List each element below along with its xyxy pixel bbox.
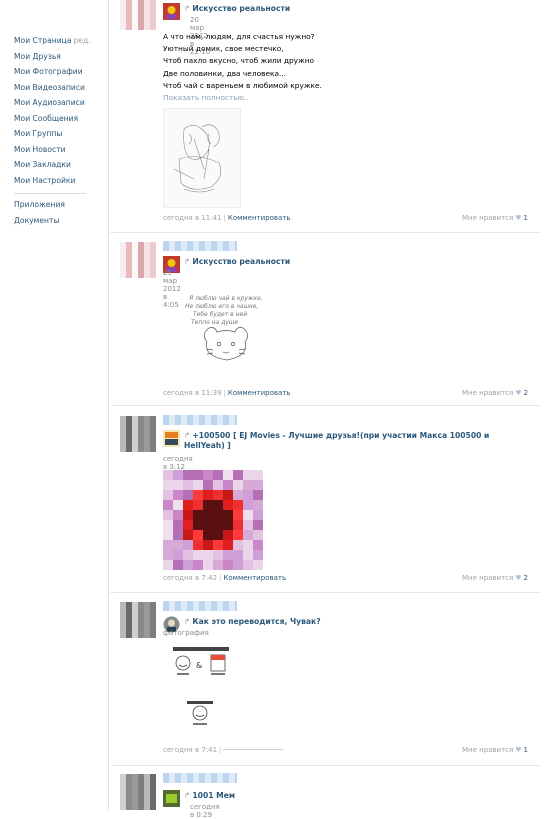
post-text: А что нам, людям, для счастья нужно? Уют… [163,31,463,104]
like-button[interactable]: Мне нравится ♥ 1 [462,746,528,754]
like-count: 1 [523,746,528,754]
video-thumbnail[interactable] [163,470,263,570]
sidebar-item-photos[interactable]: Мои Фотографии [14,64,102,80]
author-name[interactable] [163,415,237,425]
image-text-line: Я люблю чай в кружке, [188,295,263,302]
author-name[interactable] [163,773,237,783]
post-image[interactable]: & [163,643,243,733]
sidebar-item-news[interactable]: Мои Новости [14,142,102,158]
post-divider [110,592,540,593]
wall-border [108,0,109,810]
sidebar-item-label[interactable]: Мои Новости [14,145,66,154]
show-more-link[interactable]: Показать полностью.. [163,92,463,104]
post-divider [110,405,540,406]
avatar[interactable] [120,0,156,30]
sidebar-item-groups[interactable]: Мои Группы [14,126,102,142]
group-avatar[interactable] [163,790,180,807]
author-name[interactable] [163,601,237,611]
avatar[interactable] [120,242,156,278]
post-date[interactable]: сегодня в 11:39 [163,389,222,397]
comment-link[interactable]: Комментировать [228,389,291,397]
post-footer: сегодня в 7:42 | Комментировать Мне нравит… [163,574,528,582]
sidebar-item-settings[interactable]: Мои Настройки [14,173,102,189]
author-name[interactable] [163,241,237,251]
repost-arrow-icon: ↱ [184,617,191,626]
comment-link[interactable]: Комментировать [223,574,286,582]
sidebar-item-bookmarks[interactable]: Мои Закладки [14,157,102,173]
post-image[interactable]: Я люблю чай в кружке, Не люблю его в чаш… [163,278,293,372]
like-button[interactable]: Мне нравится ♥ 2 [462,389,528,397]
image-text-line: Не люблю его в чашке, [185,303,258,310]
avatar[interactable] [120,602,156,638]
post-date[interactable]: сегодня в 7:42 [163,574,217,582]
sidebar-divider [14,193,86,194]
like-button[interactable]: Мне нравится ♥ 2 [462,574,528,582]
sidebar-item-label[interactable]: Документы [14,216,59,225]
post-divider [110,765,540,766]
sidebar-item-label[interactable]: Мои Группы [14,129,62,138]
heart-icon: ♥ [515,746,522,754]
post-footer: сегодня в 11:41 | Комментировать Мне нрави… [163,214,528,222]
image-text-line: Тебе будет в ней [193,311,247,318]
sidebar-item-friends[interactable]: Мои Друзья [14,49,102,65]
post-footer: сегодня в 7:41 | Мне нравится ♥ 1 [163,746,528,754]
heart-icon: ♥ [515,389,522,397]
like-count: 2 [523,574,528,582]
sidebar-item-audio[interactable]: Мои Аудиозаписи [14,95,102,111]
post-footer: сегодня в 11:39 | Комментировать Мне нрави… [163,389,528,397]
repost-arrow-icon: ↱ [184,257,191,266]
group-avatar[interactable] [163,430,180,447]
heart-icon: ♥ [515,214,522,222]
group-avatar[interactable] [163,3,180,20]
post-date[interactable]: сегодня в 11:41 [163,214,222,222]
repost-title[interactable]: ↱ +100500 [ EJ Movies - Лучшие друзья!(пр… [184,431,514,451]
avatar[interactable] [120,774,156,810]
image-text-line: Тепло на душе [191,319,238,326]
sidebar-item-label[interactable]: Мои Закладки [14,160,71,169]
sidebar-item-label[interactable]: Мои Друзья [14,52,61,61]
comment-placeholder [223,749,284,751]
sidebar-item-apps[interactable]: Приложения [14,197,102,213]
post-image[interactable] [163,108,241,208]
left-sidebar: Мои Страница ред. Мои Друзья Мои Фотограф… [14,33,102,228]
repost-date[interactable]: сегодня в 0:29 [190,803,220,819]
sidebar-item-label[interactable]: Мои Фотографии [14,67,83,76]
sidebar-item-label[interactable]: Мои Видеозаписи [14,83,85,92]
heart-icon: ♥ [515,574,522,582]
sidebar-item-label[interactable]: Мои Аудиозаписи [14,98,85,107]
sidebar-item-messages[interactable]: Мои Сообщения [14,111,102,127]
like-count: 2 [523,389,528,397]
comment-link[interactable]: Комментировать [228,214,291,222]
sidebar-item-label[interactable]: Мои Сообщения [14,114,78,123]
post-date[interactable]: сегодня в 7:41 [163,746,217,754]
repost-title[interactable]: ↱ 1001 Мем [184,791,514,801]
like-button[interactable]: Мне нравится ♥ 1 [462,214,528,222]
post-divider [110,232,540,233]
edit-link[interactable]: ред. [73,36,90,45]
sidebar-item-label[interactable]: Приложения [14,200,65,209]
like-count: 1 [523,214,528,222]
repost-arrow-icon: ↱ [184,791,191,800]
sidebar-item-my-page[interactable]: Мои Страница ред. [14,33,102,49]
svg-text:&: & [196,661,202,670]
sidebar-item-videos[interactable]: Мои Видеозаписи [14,80,102,96]
repost-date[interactable]: сегодня в 3:12 [163,455,193,471]
sidebar-item-documents[interactable]: Документы [14,213,102,229]
repost-title[interactable]: ↱ Искусство реальности [184,257,514,267]
repost-title[interactable]: ↱ Искусство реальности [184,4,514,14]
avatar[interactable] [120,416,156,452]
repost-subtitle: фотография [163,629,209,637]
repost-title[interactable]: ↱ Как это переводится, Чувак? [184,617,514,627]
repost-arrow-icon: ↱ [184,4,191,13]
repost-arrow-icon: ↱ [184,431,191,440]
sidebar-item-label[interactable]: Мои Страница [14,36,71,45]
sidebar-item-label[interactable]: Мои Настройки [14,176,75,185]
